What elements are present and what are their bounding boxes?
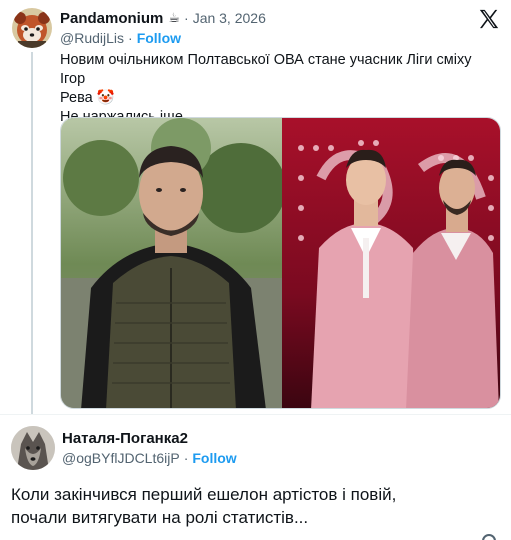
tweet-date[interactable]: Jan 3, 2026 xyxy=(193,10,266,26)
tweet-text: Новим очільником Полтавської ОВА стане у… xyxy=(60,51,500,127)
author-name[interactable]: Pandamonium xyxy=(60,10,163,27)
x-logo-icon[interactable] xyxy=(478,8,500,30)
info-icon[interactable] xyxy=(482,534,496,540)
tweet-author-subline: @RudijLis · Follow xyxy=(60,29,181,47)
tweet-divider xyxy=(0,414,511,415)
tweet-media[interactable] xyxy=(60,117,501,409)
coffee-emoji: ☕ xyxy=(168,10,181,25)
separator-dot: · xyxy=(184,10,189,26)
reply-text: Коли закінчився перший ешелон артістов і… xyxy=(11,483,501,529)
red-panda-avatar[interactable] xyxy=(12,8,52,48)
tweet-text-line-1: Новим очільником Полтавської ОВА стане у… xyxy=(60,52,472,87)
wolf-avatar[interactable] xyxy=(11,426,55,470)
reply-author-header: Наталя-Поганка2 xyxy=(62,428,188,448)
tweet-photo-collage xyxy=(61,118,500,408)
author-handle[interactable]: @RudijLis xyxy=(60,30,124,46)
reply-author-subline: @ogBYflJDCLt6ijP · Follow xyxy=(62,449,237,467)
right-photo xyxy=(282,118,500,408)
x-logo-icon-svg xyxy=(479,9,499,29)
separator-dot: · xyxy=(128,30,133,46)
reply-author-name[interactable]: Наталя-Поганка2 xyxy=(62,430,188,447)
reply-follow-button[interactable]: Follow xyxy=(192,450,236,466)
wolf-avatar-image xyxy=(11,426,55,470)
tweet-author-header: Pandamonium ☕ · Jan 3, 2026 xyxy=(60,7,266,29)
follow-button[interactable]: Follow xyxy=(137,30,181,46)
left-photo xyxy=(61,118,286,408)
red-panda-avatar-image xyxy=(12,8,52,48)
reply-text-line-2: почали витягувати на ролі статистів... xyxy=(11,508,309,527)
reply-author-handle[interactable]: @ogBYflJDCLt6ijP xyxy=(62,450,180,466)
reply-text-line-1: Коли закінчився перший ешелон артістов і… xyxy=(11,485,397,504)
tweet-text-line-2: Рева 🤡 xyxy=(60,90,115,106)
thread-connector-line xyxy=(31,52,33,414)
tweet-screenshot: Pandamonium ☕ · Jan 3, 2026 @RudijLis · … xyxy=(0,0,511,540)
separator-dot: · xyxy=(183,450,189,466)
